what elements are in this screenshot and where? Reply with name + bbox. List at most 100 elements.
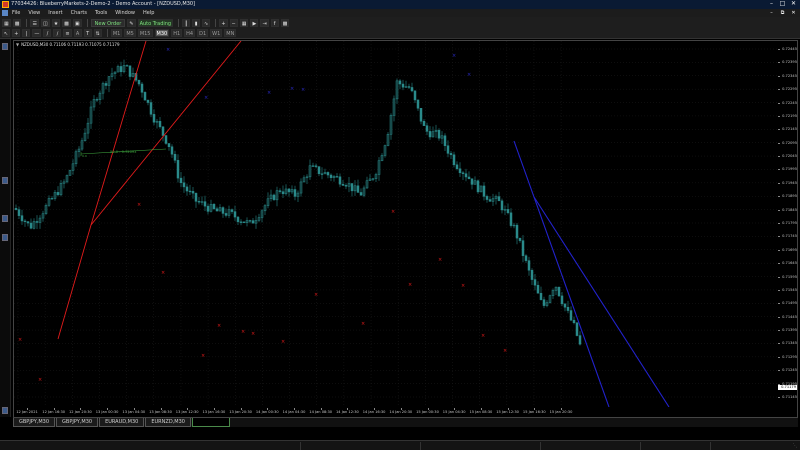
navigator-icon[interactable]: ★ [51,18,61,27]
candle-body [233,211,237,218]
price-label: 0.72445 [782,47,797,51]
chart-window[interactable]: 50.0 - 0.72093 0.0 × × × × × × × × × × × × × × × × × × × × × × ×… [13,40,798,418]
tab-nzdusd-active[interactable] [191,418,230,427]
candle-body [509,212,513,226]
market-watch-icon[interactable]: ☰ [30,18,39,27]
line-chart-icon[interactable]: ∿ [202,18,211,27]
timeframe-h1[interactable]: H1 [171,29,183,37]
price-label: 0.71245 [782,368,797,373]
timeframe-d1[interactable]: D1 [197,29,209,37]
indicators-icon[interactable]: f [270,18,279,27]
new-order-button[interactable]: New Order [90,18,126,27]
price-axis[interactable]: 0.72445 0.72395 0.72345 0.72295 0.72245 0.721… [778,41,798,406]
timeframe-m30[interactable]: M30 [154,29,170,37]
profiles-icon[interactable]: ▩ [12,18,22,27]
tab-eurnzd[interactable]: EURNZD,M30 [145,418,191,427]
timeframe-w1[interactable]: W1 [210,29,223,37]
price-label: 0.71895 [782,194,797,199]
arrows-icon[interactable]: ⇅ [93,29,102,37]
auto-trading-button[interactable]: Auto Trading [137,18,174,27]
chart-minimize-icon[interactable]: – [767,9,776,17]
timeframe-h4[interactable]: H4 [184,29,196,37]
navigator-tab-icon[interactable] [2,215,8,222]
menu-tools[interactable]: Tools [95,9,107,17]
timeframe-m15[interactable]: M15 [137,29,153,37]
buy-marker-icon: × [301,87,305,93]
horizontal-line-icon[interactable]: — [32,29,42,37]
vertical-line-icon[interactable]: | [22,29,31,37]
menu-view[interactable]: View [28,9,40,17]
candle-body [497,196,501,202]
status-cell [640,442,710,450]
menu-charts[interactable]: Charts [71,9,87,17]
cursor-icon[interactable]: ↖ [2,29,11,37]
chart-close-icon[interactable]: ✕ [789,9,798,17]
candlestick-icon[interactable]: ▮ [192,18,201,27]
equidistant-channel-icon[interactable]: ∕ [53,29,62,37]
price-label: 0.71795 [782,221,797,225]
close-icon[interactable]: ✕ [789,0,798,8]
candle-body [95,99,99,101]
data-window-icon[interactable]: ◫ [40,18,50,27]
price-tick [778,209,780,211]
candle-body [221,207,225,214]
menu-file[interactable]: File [12,9,20,17]
time-axis[interactable]: 12 Jan 2021 12 Jan 16:30 12 Jan 20:30 13 Ja… [14,408,778,418]
market-watch-tab-icon[interactable] [2,43,8,50]
price-tick [778,356,780,358]
sell-marker-icon: × [361,321,365,327]
zoom-in-icon[interactable]: + [219,18,228,27]
candle-body [482,185,486,197]
price-label: 0.71345 [782,341,797,346]
menu-help[interactable]: Help [143,9,154,17]
price-tick [778,249,780,251]
candle-body [449,153,453,156]
metaeditor-icon[interactable]: ✎ [127,18,136,27]
timeframe-mn[interactable]: MN [224,29,237,37]
terminal-tab-icon[interactable] [2,234,8,241]
terminal-icon[interactable]: ▩ [62,18,71,27]
fibonacci-icon[interactable]: ≡ [63,29,72,37]
zoom-out-icon[interactable]: − [229,18,238,27]
candle-body [401,83,405,88]
chart-shift-icon[interactable]: ⇥ [260,18,269,27]
resize-grip-icon[interactable]: ⋱ [791,442,799,450]
candle-body [437,129,441,139]
maximize-icon[interactable]: □ [778,0,787,8]
crosshair-icon[interactable]: + [12,29,21,37]
sell-marker-icon: × [161,270,165,276]
price-label: 0.71445 [782,314,797,319]
templates-icon[interactable]: ▩ [280,18,290,27]
candle-body [251,220,255,224]
chart-restore-icon[interactable]: ⧉ [778,9,787,17]
auto-scroll-icon[interactable]: ▶ [250,18,259,27]
timeframe-m5[interactable]: M5 [124,29,136,37]
tab-euraud[interactable]: EURAUD,M30 [99,418,145,427]
tab-gbpjpy-1[interactable]: GBPJPY,M30 [13,418,56,427]
trendline-icon[interactable]: / [43,29,52,37]
menu-window[interactable]: Window [115,9,135,17]
candle-body [278,190,282,192]
timeframe-m1[interactable]: M1 [110,29,123,37]
candle-body [197,201,201,203]
price-tick [778,102,780,104]
bar-chart-icon[interactable]: ┃ [182,18,191,27]
text-icon[interactable]: A [73,29,82,37]
symbol-dropdown-icon[interactable]: ▼ [16,42,19,47]
new-chart-icon[interactable]: ▦ [2,18,11,27]
price-chart[interactable]: 50.0 - 0.72093 0.0 × × × × × × × × × × × × × × × × × × × × × × ×… [14,41,778,407]
sell-marker-icon: × [137,202,141,208]
chart-tabs: GBPJPY,M30 GBPJPY,M30 EURAUD,M30 EURNZD,… [13,418,798,427]
text-label-icon[interactable]: T [83,29,92,37]
menu-insert[interactable]: Insert [48,9,62,17]
tab-gbpjpy-2[interactable]: GBPJPY,M30 [56,418,99,427]
sell-marker-icon: × [217,323,221,329]
strategy-tester-icon[interactable]: ▣ [72,18,82,27]
minimize-icon[interactable]: – [767,0,776,8]
price-label: 0.72245 [782,100,797,105]
data-window-tab-icon[interactable] [2,177,8,184]
tile-windows-icon[interactable]: ▦ [239,18,249,27]
price-tick [778,276,780,278]
time-label: 15 Jan 04:30 [442,410,466,414]
tester-tab-icon[interactable] [2,407,8,414]
